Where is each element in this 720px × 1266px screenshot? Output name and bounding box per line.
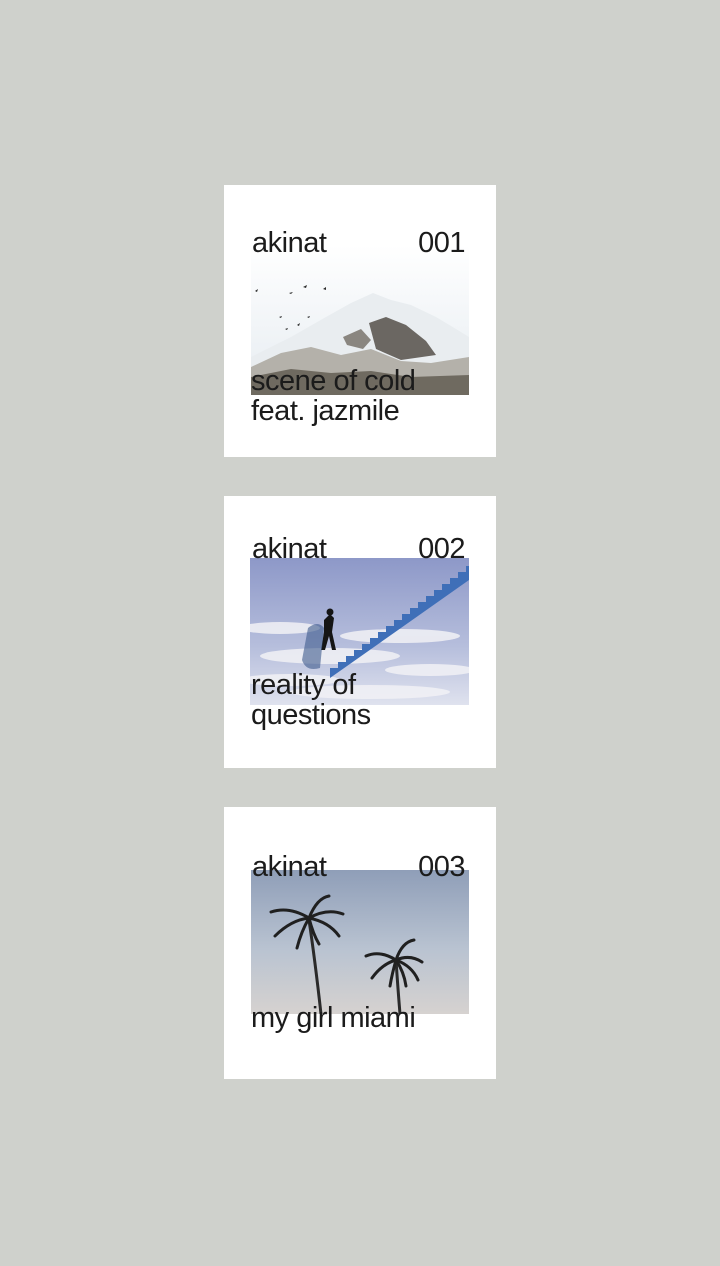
release-number: 001: [418, 227, 465, 259]
palm-trees-artwork: [251, 870, 469, 1014]
release-card-002[interactable]: akinat 002 reality of questions: [224, 496, 496, 768]
release-title-line: feat. jazmile: [251, 395, 400, 427]
release-title-line: questions: [251, 699, 371, 731]
artist-name: akinat: [252, 227, 327, 259]
release-title: reality of questions: [251, 670, 371, 730]
release-title: my girl miami: [251, 1002, 416, 1034]
release-number: 003: [418, 851, 465, 883]
release-title: scene of cold feat. jazmile: [251, 365, 416, 427]
release-card-001[interactable]: akinat 001 scene of cold feat. jazmile: [224, 185, 496, 457]
release-card-003[interactable]: akinat 003 my girl miami: [224, 807, 496, 1079]
release-title-line: reality of: [251, 669, 356, 701]
release-title-line: scene of cold: [251, 365, 416, 397]
release-number: 002: [418, 533, 465, 565]
artist-name: akinat: [252, 851, 327, 883]
artist-name: akinat: [252, 533, 327, 565]
release-title-line: my girl miami: [251, 1002, 416, 1034]
